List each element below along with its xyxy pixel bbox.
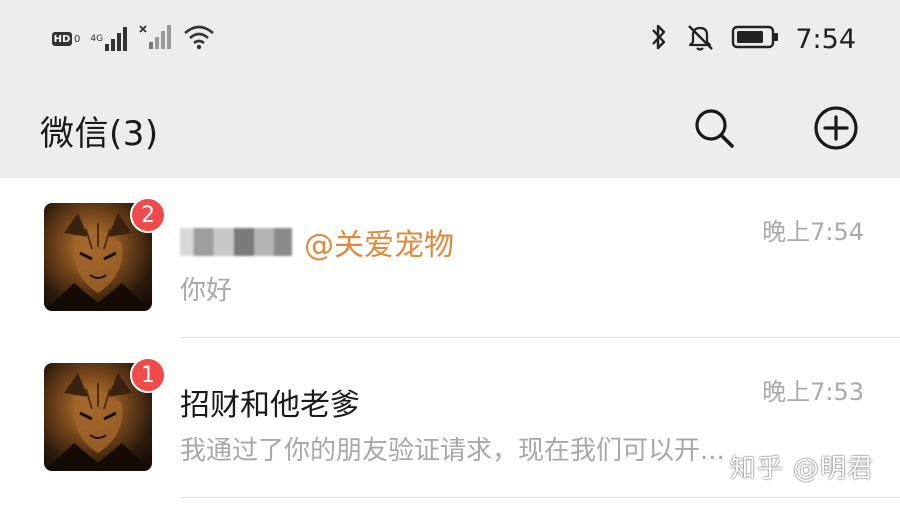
chat-preview: 你好 bbox=[180, 276, 233, 306]
bluetooth-icon bbox=[649, 22, 669, 56]
redacted-name bbox=[180, 228, 292, 256]
status-bar: HD 0 4G 7:54 bbox=[0, 0, 900, 82]
status-left: HD 0 4G bbox=[52, 24, 215, 54]
mute-icon bbox=[685, 22, 715, 56]
chat-tag: @关爱宠物 bbox=[304, 228, 454, 263]
hd-label: HD bbox=[52, 32, 72, 46]
watermark: 知乎 @明君 bbox=[729, 454, 874, 484]
avatar-wrap: 2 bbox=[44, 197, 166, 311]
plus-circle-icon bbox=[814, 106, 858, 150]
wifi-icon bbox=[183, 24, 215, 54]
chat-preview: 我通过了你的朋友验证请求，现在我们可以开... bbox=[180, 436, 725, 466]
unread-badge: 1 bbox=[130, 357, 166, 393]
chat-name: 招财和他老爹 bbox=[180, 388, 360, 423]
network-label: 4G bbox=[90, 34, 104, 44]
chat-title: 招财和他老爹 bbox=[180, 380, 360, 424]
row-divider bbox=[180, 497, 900, 498]
hd-sub-label: 0 bbox=[74, 33, 81, 45]
chat-row[interactable]: 2 @关爱宠物 晚上7:54 你好 bbox=[0, 178, 900, 338]
status-right: 7:54 bbox=[649, 22, 856, 56]
wechat-screen: HD 0 4G 7:54 微信(3) 2 @关爱宠物 晚上7:54 你好 1 招… bbox=[0, 0, 900, 509]
hd-icon: HD 0 bbox=[52, 32, 80, 46]
chat-time: 晚上7:53 bbox=[762, 378, 864, 406]
add-button[interactable] bbox=[812, 104, 860, 152]
chat-title: @关爱宠物 bbox=[180, 220, 454, 264]
search-button[interactable] bbox=[690, 104, 738, 152]
signal-4g-icon: 4G bbox=[90, 26, 129, 52]
chat-time: 晚上7:54 bbox=[762, 218, 864, 246]
app-header: 微信(3) bbox=[0, 82, 900, 178]
page-title: 微信(3) bbox=[40, 114, 159, 154]
search-icon bbox=[695, 109, 734, 148]
signal-no-sim-icon bbox=[139, 24, 173, 54]
clock: 7:54 bbox=[795, 23, 856, 55]
avatar-wrap: 1 bbox=[44, 357, 166, 471]
battery-icon bbox=[731, 24, 779, 54]
unread-badge: 2 bbox=[130, 197, 166, 233]
